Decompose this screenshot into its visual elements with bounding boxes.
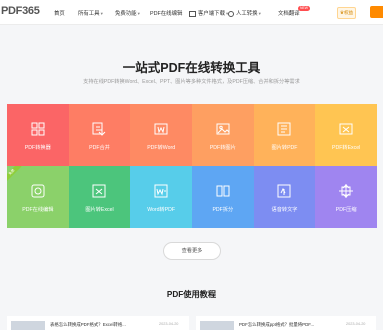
article-title: PDF怎么转换成ppt格式？批量将PDF... (239, 322, 315, 327)
tool-label: PDF转Word (147, 145, 176, 151)
article-thumbnail (11, 321, 45, 330)
tool-label: PDF转换器 (24, 145, 51, 151)
nav-item-all-tools[interactable]: 所有工具▾ (78, 9, 103, 17)
nav-label: 人工转换 (236, 11, 258, 17)
nav-item-client-download[interactable]: 客户端下载▾ (189, 9, 228, 17)
chevron-down-icon: ▾ (137, 11, 140, 16)
tool-tile[interactable]: PDF转图片 (192, 104, 254, 166)
view-more-button[interactable]: 查看更多 (163, 242, 221, 260)
vip-label: 权益 (343, 10, 354, 15)
tool-label: 语音转文字 (271, 207, 298, 213)
tool-label: 图片转PDF (271, 145, 298, 151)
tool-label: PDF转Excel (332, 145, 361, 151)
article-thumbnail (200, 321, 234, 330)
tool-tile[interactable]: PDF拆分 (192, 166, 254, 228)
tool-label: PDF在线编辑 (22, 207, 54, 213)
hero-title: 一站式PDF在线转换工具 (122, 61, 261, 75)
tool-label: PDF合并 (89, 145, 110, 151)
chevron-down-icon: ▾ (100, 11, 103, 16)
free-ribbon: 免费 (7, 166, 22, 183)
person-icon (228, 10, 234, 17)
tool-label: Word转PDF (147, 207, 176, 213)
tool-tile[interactable]: 图片转Excel (68, 166, 131, 228)
image-icon (216, 123, 230, 135)
nav-label: 客户端下载 (198, 11, 225, 17)
voice-icon (277, 184, 291, 198)
article-date: 2023-04-20 (346, 322, 366, 326)
nav-label: 免费功能 (115, 11, 137, 17)
monitor-icon (189, 10, 196, 17)
tool-tile[interactable]: 语音转文字 (253, 166, 316, 228)
tool-tile[interactable]: PDF转换器 (7, 104, 69, 166)
tool-tile[interactable]: PDF压缩 (315, 166, 377, 228)
login-button[interactable] (370, 6, 383, 18)
tool-grid: PDF转换器 PDF合并 PDF转Word PDF转图片 图片转PDF PDF转Excel… (7, 104, 377, 228)
vip-button[interactable]: ♛权益 (337, 7, 356, 19)
word-icon (154, 123, 168, 135)
tool-tile[interactable]: PDF转Excel (315, 104, 377, 166)
compress-icon (339, 184, 354, 198)
nav-item-free-features[interactable]: 免费功能▾ (115, 9, 140, 17)
image-to-pdf-icon (277, 122, 291, 136)
merge-icon (92, 122, 106, 136)
nav-label: PDF在线编辑 (150, 11, 183, 17)
nav-label: 首页 (54, 11, 65, 17)
tool-tile[interactable]: PDF转Word (130, 104, 192, 166)
article-title: 表格怎么转换成PDF格式？Excel转格... (50, 322, 126, 327)
chevron-down-icon: ▾ (258, 11, 261, 16)
tool-tile[interactable]: PDF合并 (68, 104, 131, 166)
nav-label: 文档翻译 (278, 11, 300, 17)
tool-label: PDF拆分 (212, 207, 234, 213)
tool-tile[interactable]: Word转PDF (130, 166, 192, 228)
tool-tile[interactable]: 图片转PDF (253, 104, 316, 166)
tool-label: PDF压缩 (335, 207, 357, 213)
top-nav: PDF365 首页 所有工具▾ 免费功能▾ PDF在线编辑 客户端下载▾ 人工转… (0, 0, 383, 25)
tool-label: 图片转Excel (85, 207, 114, 213)
nav-item-pdf-online-edit[interactable]: PDF在线编辑 (150, 9, 182, 17)
image-to-excel-icon (92, 184, 106, 198)
new-badge: NEW (298, 6, 310, 11)
article-date: 2023-04-20 (159, 322, 179, 326)
grid-icon (31, 122, 45, 136)
tool-label: PDF转图片 (209, 145, 236, 151)
logo[interactable]: PDF365 (1, 5, 40, 17)
edit-icon (31, 184, 45, 198)
nav-item-home[interactable]: 首页 (54, 9, 65, 17)
section-title: PDF使用教程 (166, 290, 217, 299)
hero-subtitle: 支持在线PDF转换Word、Excel、PPT、图片等多种文件格式，及PDF压缩… (83, 79, 300, 85)
nav-label: 所有工具 (78, 11, 100, 17)
nav-item-doc-translate[interactable]: 文档翻译 (278, 9, 300, 17)
word-to-pdf-icon (154, 184, 168, 198)
nav-item-manual-convert[interactable]: 人工转换▾ (228, 9, 261, 17)
excel-icon (339, 123, 353, 135)
split-icon (216, 185, 230, 197)
tool-tile[interactable]: 免费 PDF在线编辑 (7, 166, 69, 228)
